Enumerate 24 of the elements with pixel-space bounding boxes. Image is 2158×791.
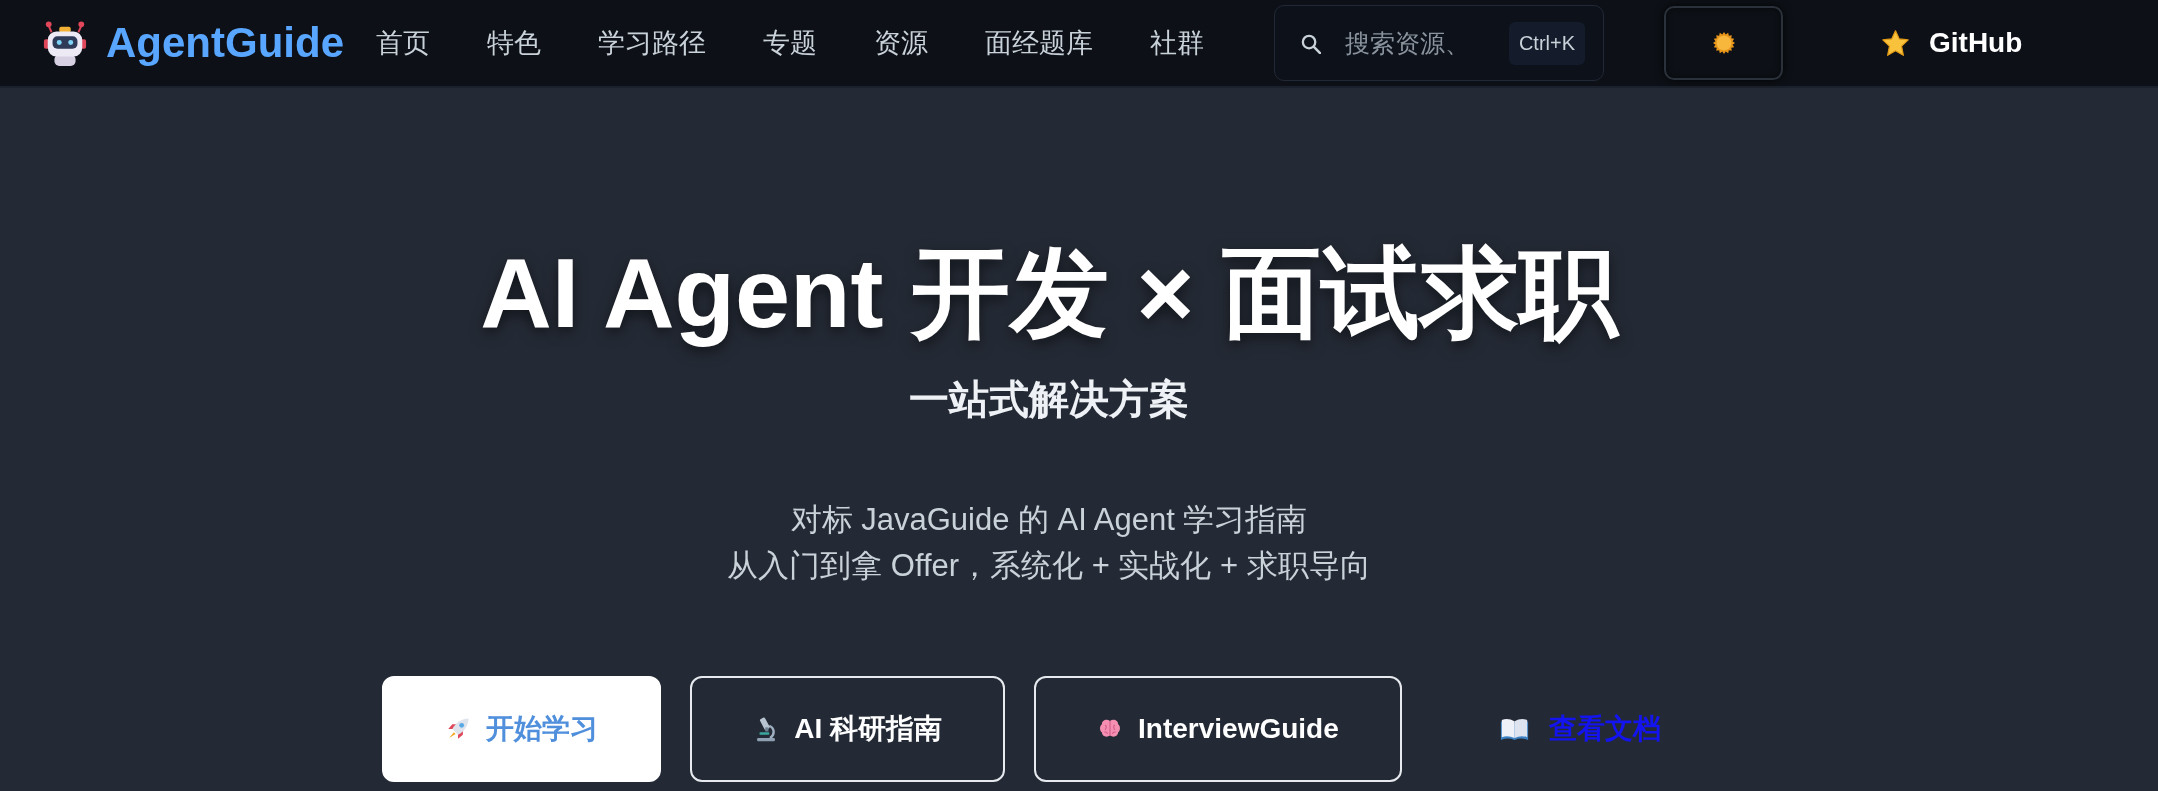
outline-button[interactable]: AI 科研指南 [690, 676, 1006, 782]
github-link[interactable]: GitHub [1881, 27, 2023, 59]
nav-link[interactable]: 学习路径 [598, 25, 706, 61]
nav-link[interactable]: 首页 [376, 25, 430, 61]
description-line: 从入门到拿 Offer，系统化 + 实战化 + 求职导向 [727, 547, 1371, 585]
nav-link[interactable]: 特色 [487, 25, 541, 61]
hero-subtitle: 一站式解决方案 [909, 376, 1189, 423]
book-icon [1499, 717, 1529, 741]
sun-icon [1712, 32, 1735, 54]
nav-link[interactable]: 面经题库 [985, 25, 1093, 61]
logo-link[interactable]: AgentGuide [42, 19, 344, 67]
hero-title: AI Agent 开发 × 面试求职 [480, 236, 1618, 350]
nav-link[interactable]: 社群 [1150, 25, 1204, 61]
nav-link[interactable]: 资源 [874, 25, 928, 61]
robot-icon [42, 20, 88, 66]
outline-button[interactable]: InterviewGuide [1034, 676, 1402, 782]
star-icon [1881, 28, 1910, 58]
search-bar[interactable]: 搜索资源、 Ctrl+K [1274, 5, 1604, 81]
description-line: 对标 JavaGuide 的 AI Agent 学习指南 [790, 501, 1308, 539]
nav-link[interactable]: 专题 [763, 25, 817, 61]
search-input[interactable]: 搜索资源、 [1345, 28, 1509, 58]
shortcut-hint: Ctrl+K [1508, 21, 1585, 65]
search-icon [1300, 32, 1321, 54]
theme-toggle-button[interactable] [1664, 6, 1783, 80]
